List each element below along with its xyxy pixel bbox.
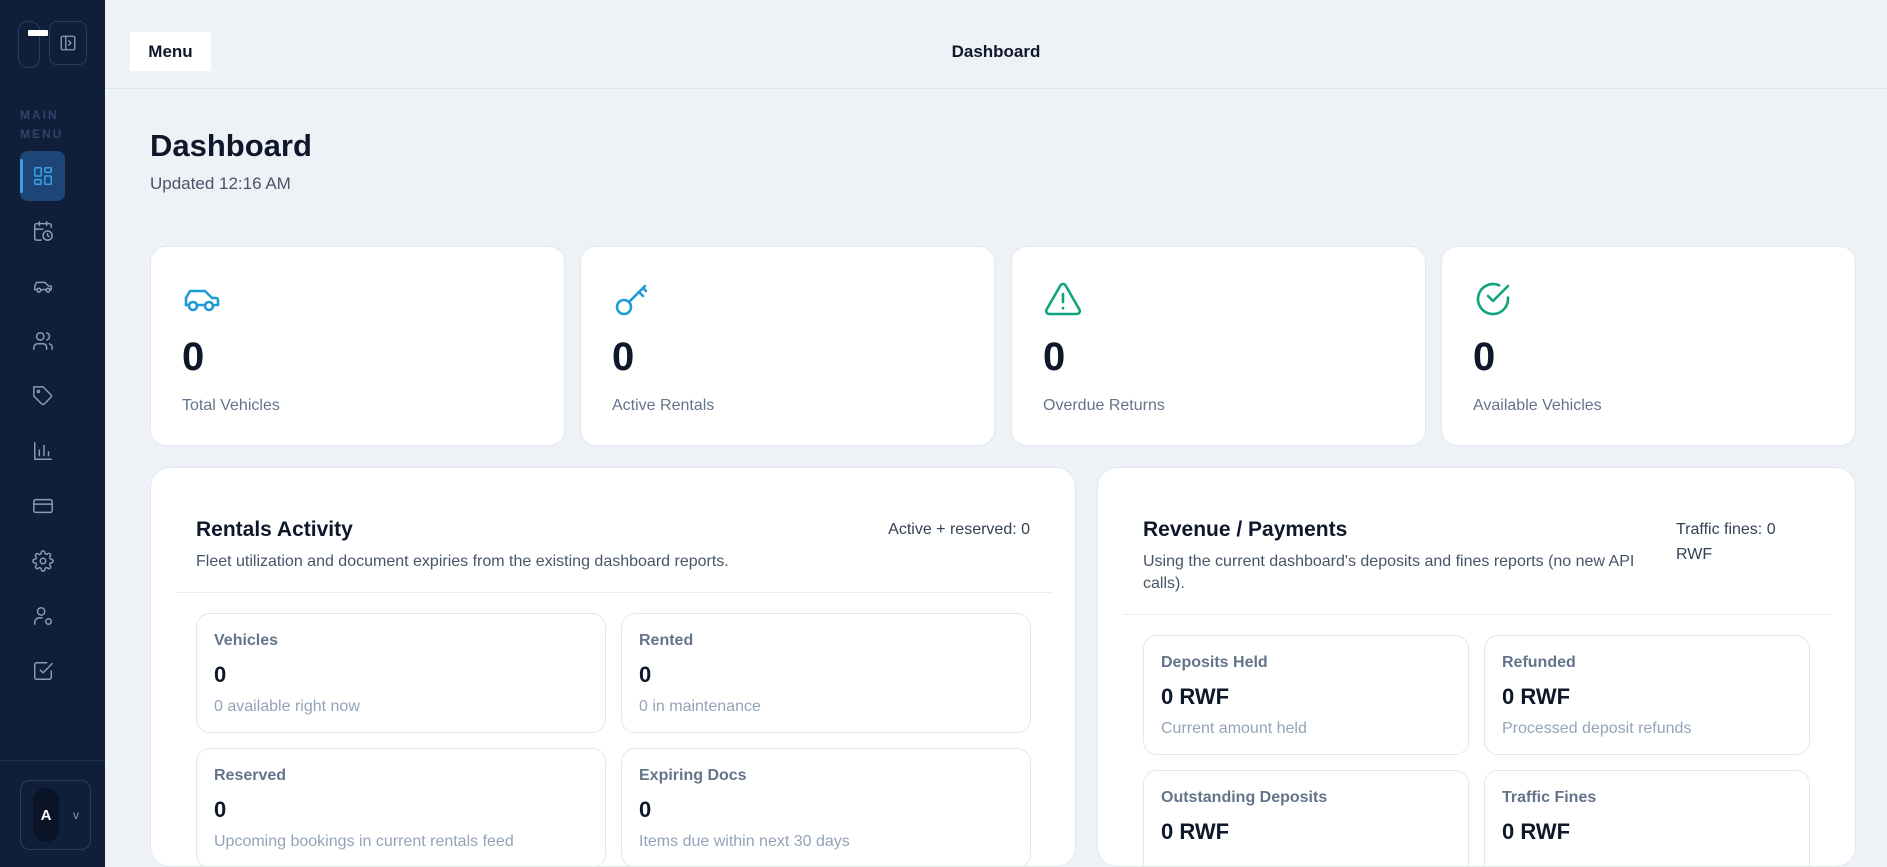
sidebar-toggle-button[interactable] — [49, 21, 87, 65]
panel-title: Revenue / Payments — [1143, 518, 1348, 541]
tag-icon — [32, 386, 52, 406]
users-icon — [32, 332, 53, 350]
stat-value: 0 — [182, 335, 205, 379]
metric-label: Traffic Fines — [1502, 789, 1597, 806]
nav-customers[interactable] — [20, 316, 65, 366]
metric-subtext: Processed deposit refunds — [1502, 720, 1692, 737]
metric-card-rented: Rented 0 0 in maintenance — [621, 613, 1031, 733]
stat-card-active-rentals: 0 Active Rentals — [580, 246, 995, 446]
metric-label: Refunded — [1502, 654, 1576, 671]
nav-users[interactable] — [20, 591, 65, 641]
metric-value: 0 — [214, 662, 227, 687]
stat-card-available-vehicles: 0 Available Vehicles — [1441, 246, 1856, 446]
panel-title: Rentals Activity — [196, 518, 353, 541]
stat-value: 0 — [612, 335, 635, 379]
check-circle-icon — [1473, 279, 1513, 319]
bar-chart-icon — [33, 442, 52, 460]
rentals-meta: Active + reserved: 0 — [888, 521, 1030, 538]
metric-value: 0 — [639, 797, 652, 822]
metric-card-deposits-held: Deposits Held 0 RWF Current amount held — [1143, 635, 1469, 755]
metric-label: Deposits Held — [1161, 654, 1268, 671]
revenue-payments-panel: Revenue / Payments Using the current das… — [1097, 467, 1856, 867]
metric-card-outstanding-deposits: Outstanding Deposits 0 RWF — [1143, 770, 1469, 866]
checkbox-icon — [33, 662, 53, 680]
metric-card-expiring-docs: Expiring Docs 0 Items due within next 30… — [621, 748, 1031, 866]
metric-subtext: Current amount held — [1161, 720, 1307, 737]
metric-card-refunded: Refunded 0 RWF Processed deposit refunds — [1484, 635, 1810, 755]
settings-icon — [31, 550, 54, 572]
topbar-title: Dashboard — [951, 42, 1041, 61]
metric-label: Reserved — [214, 767, 287, 784]
metric-value: 0 RWF — [1161, 684, 1230, 709]
chevron-down-icon: v — [73, 808, 79, 822]
metric-value: 0 — [214, 797, 227, 822]
metric-value: 0 — [639, 662, 652, 687]
metric-subtext: Upcoming bookings in current rentals fee… — [214, 833, 514, 850]
user-settings-icon — [33, 607, 52, 625]
updated-timestamp: Updated 12:16 AM — [150, 174, 291, 193]
stat-label: Available Vehicles — [1473, 397, 1602, 414]
divider — [1123, 614, 1832, 615]
sidebar-divider — [0, 760, 105, 761]
nav-reports[interactable] — [20, 426, 65, 476]
stat-card-overdue-returns: 0 Overdue Returns — [1011, 246, 1426, 446]
topbar: Menu Dashboard — [105, 0, 1887, 89]
metric-card-vehicles: Vehicles 0 0 available right now — [196, 613, 606, 733]
metric-card-traffic-fines: Traffic Fines 0 RWF — [1484, 770, 1810, 866]
logo-mark — [28, 30, 48, 36]
metric-label: Outstanding Deposits — [1161, 789, 1328, 806]
metric-subtext: 0 available right now — [214, 698, 360, 715]
stat-value: 0 — [1473, 335, 1496, 379]
main-menu-label: MAIN MENU — [20, 108, 64, 141]
panel-subtitle: Fleet utilization and document expiries … — [196, 553, 729, 570]
divider — [176, 592, 1052, 593]
sidebar: MAIN MENU A v — [0, 0, 105, 867]
metric-value: 0 RWF — [1161, 819, 1230, 844]
dashboard-icon — [33, 167, 52, 185]
metric-subtext: Items due within next 30 days — [639, 833, 850, 850]
metric-subtext: 0 in maintenance — [639, 698, 761, 715]
avatar: A — [33, 788, 59, 842]
app-logo[interactable] — [18, 21, 48, 68]
nav-tasks[interactable] — [20, 646, 65, 696]
metric-card-reserved: Reserved 0 Upcoming bookings in current … — [196, 748, 606, 866]
nav-payments[interactable] — [20, 481, 65, 531]
metric-value: 0 RWF — [1502, 684, 1571, 709]
revenue-meta: Traffic fines: 0 RWF — [1676, 521, 1776, 563]
car-icon — [33, 281, 52, 293]
nav-settings[interactable] — [20, 536, 65, 586]
stat-label: Overdue Returns — [1043, 397, 1165, 414]
calendar-clock-icon — [33, 221, 53, 241]
car-icon — [182, 279, 222, 319]
stat-label: Active Rentals — [612, 397, 715, 414]
sidebar-nav — [20, 151, 66, 701]
nav-vehicles[interactable] — [20, 261, 65, 311]
nav-bookings[interactable] — [20, 206, 65, 256]
user-menu-button[interactable]: A v — [20, 780, 91, 850]
metric-label: Rented — [639, 632, 694, 649]
rentals-activity-panel: Rentals Activity Fleet utilization and d… — [150, 467, 1076, 867]
metric-label: Expiring Docs — [639, 767, 747, 784]
key-icon — [612, 279, 652, 319]
panel-subtitle: Using the current dashboard's deposits a… — [1143, 553, 1635, 592]
metric-label: Vehicles — [214, 632, 279, 649]
page-title: Dashboard — [150, 128, 312, 163]
credit-card-icon — [32, 498, 53, 514]
nav-dashboard[interactable] — [20, 151, 65, 201]
stat-label: Total Vehicles — [182, 397, 280, 414]
metric-value: 0 RWF — [1502, 819, 1571, 844]
stat-card-total-vehicles: 0 Total Vehicles — [150, 246, 565, 446]
nav-pricing[interactable] — [20, 371, 65, 421]
panel-toggle-icon — [60, 35, 76, 51]
stat-value: 0 — [1043, 335, 1066, 379]
warning-icon — [1043, 279, 1083, 319]
